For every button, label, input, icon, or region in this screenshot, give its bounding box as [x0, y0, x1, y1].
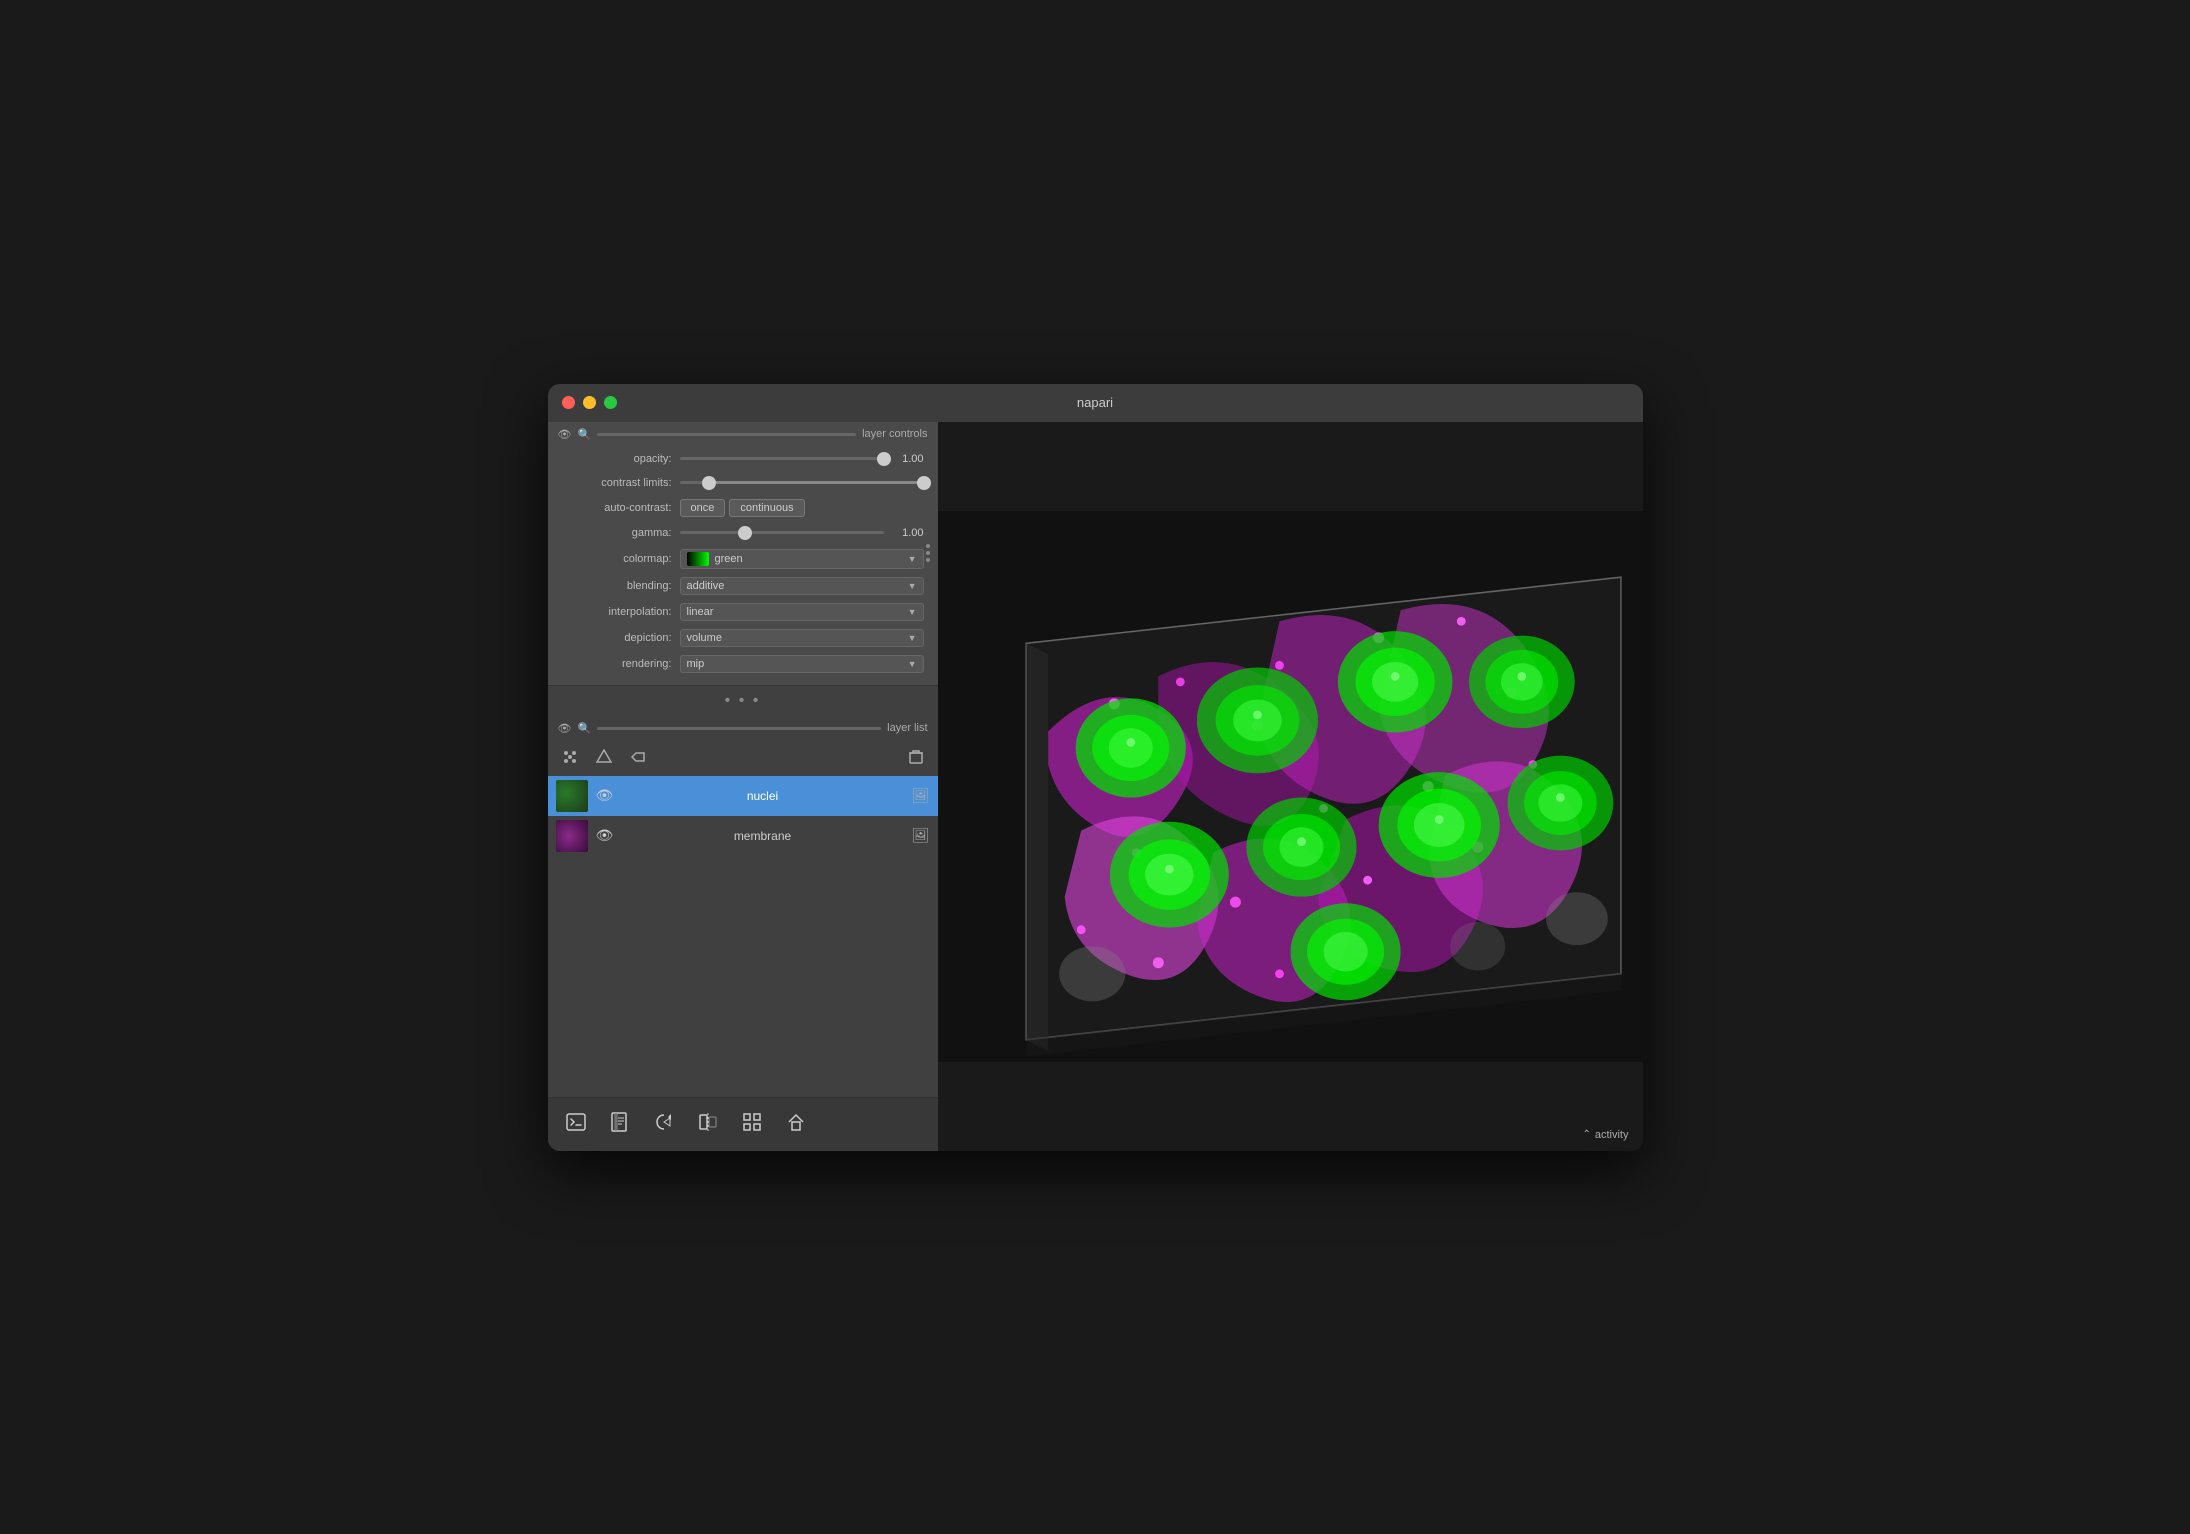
search-icon-2[interactable]: 🔍 [577, 722, 591, 735]
titlebar: napari [548, 384, 1643, 422]
interpolation-value: linear [687, 606, 908, 618]
blending-value: additive [687, 580, 908, 592]
gamma-thumb[interactable] [738, 526, 752, 540]
interpolation-select[interactable]: linear ▼ [680, 603, 924, 621]
auto-contrast-row: auto-contrast: once continuous [548, 495, 938, 521]
membrane-thumbnail [556, 820, 588, 852]
depiction-label: depiction: [562, 632, 672, 644]
blending-dropdown-icon: ▼ [908, 581, 917, 591]
contrast-max-thumb[interactable] [917, 476, 931, 490]
activity-chevron-icon: ⌃ [1582, 1129, 1590, 1140]
nuclei-visibility-icon[interactable]: 👁 [596, 787, 614, 804]
rendering-select[interactable]: mip ▼ [680, 655, 924, 673]
delete-layer-button[interactable] [904, 747, 928, 770]
layer-list-panel: 👁 🔍 layer list [548, 716, 938, 1097]
auto-contrast-buttons: once continuous [680, 499, 805, 517]
panel-separator: • • • [548, 686, 938, 716]
layer-item-nuclei[interactable]: 👁 nuclei 🖼 [548, 776, 938, 816]
opacity-row: opacity: 1.00 [548, 447, 938, 471]
labels-tool[interactable] [626, 747, 650, 770]
activity-label: activity [1595, 1129, 1629, 1141]
membrane-layer-name: membrane [621, 829, 903, 843]
window-title: napari [1077, 395, 1113, 410]
layer-list-label: layer list [887, 722, 927, 734]
auto-contrast-label: auto-contrast: [562, 502, 672, 514]
more-options-button[interactable] [922, 540, 934, 566]
main-content: 👁 🔍 layer controls opacity: 1.00 [548, 422, 1643, 1151]
contrast-slider[interactable] [680, 475, 924, 491]
shapes-tool[interactable] [592, 747, 616, 770]
eye-icon[interactable]: 👁 [558, 428, 572, 441]
interpolation-row: interpolation: linear ▼ [548, 599, 938, 625]
left-panel: 👁 🔍 layer controls opacity: 1.00 [548, 422, 938, 1151]
bottom-toolbar [548, 1097, 938, 1151]
depiction-dropdown-icon: ▼ [908, 633, 917, 643]
layer-item-membrane[interactable]: 👁 membrane 🖼 [548, 816, 938, 856]
blending-label: blending: [562, 580, 672, 592]
layer-controls-header: 👁 🔍 layer controls [548, 422, 938, 447]
grid-button[interactable] [738, 1108, 766, 1141]
notebook-button[interactable] [606, 1108, 634, 1141]
rendering-value: mip [687, 658, 908, 670]
main-window: napari 👁 🔍 layer controls opacity: [548, 384, 1643, 1151]
rotate3d-button[interactable] [650, 1108, 678, 1141]
gamma-value: 1.00 [892, 527, 924, 539]
depiction-row: depiction: volume ▼ [548, 625, 938, 651]
gamma-row: gamma: 1.00 [548, 521, 938, 545]
close-button[interactable] [562, 396, 575, 409]
rendering-row: rendering: mip ▼ [548, 651, 938, 677]
activity-bar[interactable]: ⌃ activity [1582, 1129, 1628, 1141]
microscopy-view [938, 422, 1643, 1151]
blending-row: blending: additive ▼ [548, 573, 938, 599]
interpolation-dropdown-icon: ▼ [908, 607, 917, 617]
layer-tools [548, 741, 938, 776]
depiction-value: volume [687, 632, 908, 644]
colormap-value: green [715, 553, 908, 565]
colormap-dropdown-icon: ▼ [908, 554, 917, 564]
colormap-select[interactable]: green ▼ [680, 549, 924, 569]
rendering-label: rendering: [562, 658, 672, 670]
viewport[interactable]: ⌃ activity [938, 422, 1643, 1151]
continuous-button[interactable]: continuous [729, 499, 804, 517]
contrast-min-thumb[interactable] [702, 476, 716, 490]
rendering-dropdown-icon: ▼ [908, 659, 917, 669]
traffic-lights [562, 396, 617, 409]
depiction-select[interactable]: volume ▼ [680, 629, 924, 647]
colormap-row: colormap: green ▼ [548, 545, 938, 573]
nuclei-layer-type-icon: 🖼 [912, 787, 930, 804]
opacity-label: opacity: [562, 453, 672, 465]
opacity-slider[interactable] [680, 451, 884, 467]
nuclei-layer-name: nuclei [621, 789, 903, 803]
gamma-slider[interactable] [680, 525, 884, 541]
colormap-label: colormap: [562, 553, 672, 565]
minimize-button[interactable] [583, 396, 596, 409]
membrane-visibility-icon[interactable]: 👁 [596, 827, 614, 844]
eye-icon-2[interactable]: 👁 [558, 722, 572, 735]
points-tool[interactable] [558, 747, 582, 770]
contrast-row: contrast limits: [548, 471, 938, 495]
terminal-button[interactable] [562, 1108, 590, 1141]
layer-list-header: 👁 🔍 layer list [548, 716, 938, 741]
opacity-value: 1.00 [892, 453, 924, 465]
maximize-button[interactable] [604, 396, 617, 409]
nuclei-thumbnail [556, 780, 588, 812]
gamma-label: gamma: [562, 527, 672, 539]
home-button[interactable] [782, 1108, 810, 1141]
contrast-label: contrast limits: [562, 477, 672, 489]
interpolation-label: interpolation: [562, 606, 672, 618]
flip3d-button[interactable] [694, 1108, 722, 1141]
header-divider-2 [597, 727, 881, 730]
layer-controls-label: layer controls [862, 428, 927, 440]
layer-controls-panel: 👁 🔍 layer controls opacity: 1.00 [548, 422, 938, 686]
opacity-thumb[interactable] [877, 452, 891, 466]
search-icon[interactable]: 🔍 [577, 428, 591, 441]
header-divider [597, 433, 856, 436]
colormap-swatch [687, 552, 709, 566]
blending-select[interactable]: additive ▼ [680, 577, 924, 595]
once-button[interactable]: once [680, 499, 726, 517]
membrane-layer-type-icon: 🖼 [912, 827, 930, 844]
